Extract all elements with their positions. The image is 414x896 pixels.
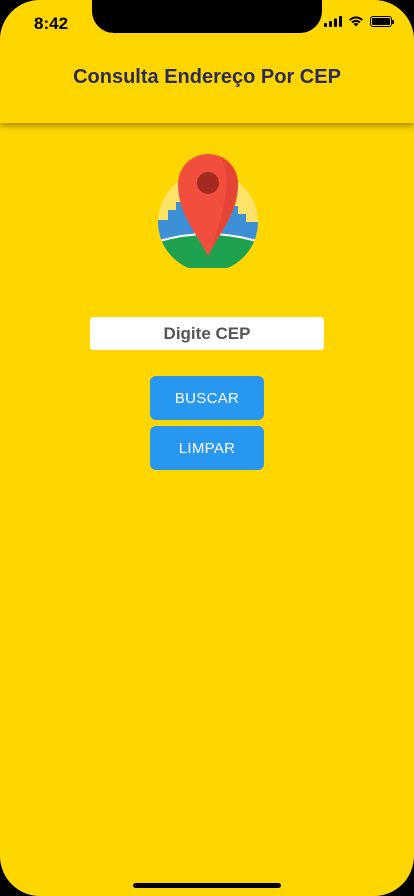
clear-button[interactable]: LIMPAR <box>150 426 264 470</box>
status-icons <box>324 15 394 27</box>
status-bar: 8:42 <box>0 0 414 44</box>
wifi-icon <box>349 16 363 27</box>
page-title: Consulta Endereço Por CEP <box>73 66 341 88</box>
search-button[interactable]: BUSCAR <box>150 376 264 420</box>
cep-input[interactable] <box>90 317 324 350</box>
home-indicator[interactable] <box>133 883 281 888</box>
status-time: 8:42 <box>34 14 69 33</box>
battery-icon <box>370 15 394 27</box>
device-notch <box>92 0 322 33</box>
map-pin-city-icon <box>156 150 260 272</box>
signal-icon <box>324 15 342 27</box>
app-screen: Consulta Endereço Por CEP 8:42 Digite CE… <box>0 0 414 896</box>
battery-level <box>372 17 390 25</box>
